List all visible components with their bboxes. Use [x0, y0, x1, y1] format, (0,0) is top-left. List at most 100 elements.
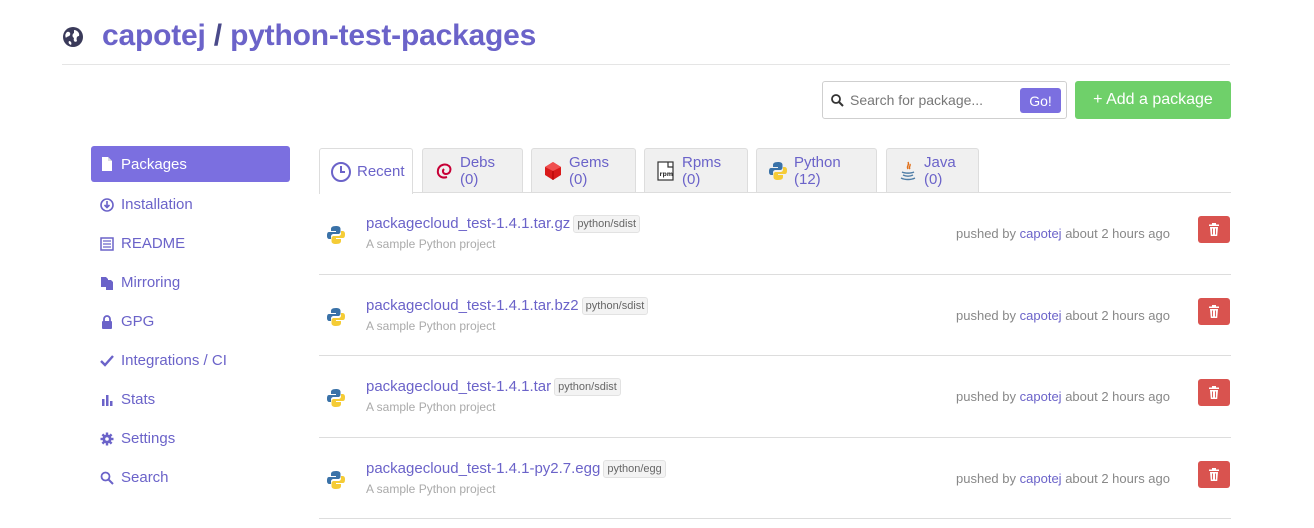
- sidebar-item-installation[interactable]: Installation: [91, 185, 290, 224]
- trash-icon: [1209, 223, 1219, 236]
- debian-icon: [433, 160, 455, 182]
- python-icon: [767, 160, 789, 182]
- trash-icon: [1209, 386, 1219, 399]
- sidebar-item-label: Installation: [121, 196, 193, 213]
- package-list: packagecloud_test-1.4.1.tar.gz python/sdi…: [319, 193, 1231, 519]
- table-row: packagecloud_test-1.4.1.tar.bz2 python/sd…: [319, 275, 1231, 356]
- gear-icon: [100, 432, 114, 446]
- tab-label: Java (0): [924, 153, 956, 188]
- sidebar: Packages Installation README Mirroring G…: [91, 146, 290, 497]
- globe-icon: [63, 27, 83, 47]
- trash-icon: [1209, 467, 1219, 481]
- file-icon: [100, 157, 114, 171]
- push-info: pushed by capotej about 2 hours ago: [956, 471, 1170, 486]
- user-link[interactable]: capotej: [1020, 389, 1062, 404]
- sidebar-item-label: Packages: [121, 155, 187, 173]
- package-name-link[interactable]: packagecloud_test-1.4.1-py2.7.egg: [366, 460, 600, 477]
- tab-label: Python (12): [794, 153, 841, 188]
- lock-icon: [100, 314, 114, 329]
- package-type-badge: python/sdist: [554, 378, 621, 396]
- owner-link[interactable]: capotej: [102, 19, 206, 52]
- package-name-link[interactable]: packagecloud_test-1.4.1.tar.bz2: [366, 297, 579, 314]
- sidebar-item-packages[interactable]: Packages: [91, 146, 290, 182]
- delete-button[interactable]: [1198, 379, 1230, 406]
- java-icon: [897, 160, 919, 182]
- svg-text:rpm: rpm: [660, 171, 674, 178]
- package-type-badge: python/sdist: [581, 296, 649, 315]
- sidebar-item-label: Search: [121, 469, 169, 486]
- push-time: about 2 hours ago: [1065, 226, 1170, 241]
- repo-header: capotej / python-test-packages: [62, 18, 1230, 65]
- copy-icon: [100, 276, 114, 290]
- sidebar-item-settings[interactable]: Settings: [91, 419, 290, 458]
- user-link[interactable]: capotej: [1020, 471, 1062, 486]
- python-icon: [327, 389, 345, 407]
- sidebar-item-label: Settings: [121, 430, 176, 447]
- sidebar-item-label: README: [121, 235, 186, 252]
- tab-debs[interactable]: Debs (0): [422, 148, 523, 192]
- package-description: A sample Python project: [366, 400, 496, 414]
- sidebar-item-mirroring[interactable]: Mirroring: [91, 263, 290, 302]
- package-name-link[interactable]: packagecloud_test-1.4.1.tar: [366, 378, 551, 395]
- bar-chart-icon: [100, 393, 114, 407]
- ruby-icon: [542, 160, 564, 182]
- sidebar-item-label: Mirroring: [121, 274, 181, 291]
- package-search: Go!: [822, 81, 1067, 119]
- download-icon: [100, 197, 114, 212]
- sidebar-item-search[interactable]: Search: [91, 458, 290, 497]
- pushed-by-text: pushed by: [956, 470, 1017, 486]
- user-link[interactable]: capotej: [1020, 226, 1062, 241]
- search-icon: [831, 93, 844, 107]
- table-row: packagecloud_test-1.4.1.tar.gz python/sdi…: [319, 193, 1231, 275]
- tab-label: Recent: [357, 163, 405, 180]
- tab-python[interactable]: Python (12): [756, 148, 877, 192]
- tab-java[interactable]: Java (0): [886, 148, 979, 192]
- python-icon: [327, 307, 345, 326]
- python-icon: [327, 226, 345, 244]
- tab-rpms[interactable]: rpm Rpms (0): [644, 148, 748, 192]
- package-description: A sample Python project: [366, 237, 496, 251]
- tab-recent[interactable]: Recent: [319, 148, 413, 194]
- sidebar-item-readme[interactable]: README: [91, 224, 290, 263]
- rpm-icon: rpm: [655, 160, 677, 182]
- delete-button[interactable]: [1198, 460, 1230, 488]
- table-row: packagecloud_test-1.4.1-py2.7.egg python/…: [319, 438, 1231, 519]
- page-title: capotej / python-test-packages: [102, 18, 536, 54]
- sidebar-item-label: GPG: [121, 313, 155, 330]
- tab-label: Gems (0): [569, 153, 610, 188]
- sidebar-item-label: Integrations / CI: [121, 352, 227, 369]
- sidebar-item-integrations[interactable]: Integrations / CI: [91, 341, 290, 380]
- push-time: about 2 hours ago: [1065, 307, 1170, 323]
- search-input[interactable]: [850, 92, 1020, 108]
- package-type-badge: python/egg: [603, 459, 666, 478]
- push-time: about 2 hours ago: [1065, 470, 1170, 486]
- checkmark-icon: [100, 354, 114, 368]
- user-link[interactable]: capotej: [1020, 308, 1062, 323]
- package-description: A sample Python project: [366, 481, 496, 496]
- tab-gems[interactable]: Gems (0): [531, 148, 636, 192]
- push-info: pushed by capotej about 2 hours ago: [956, 389, 1170, 404]
- trash-icon: [1209, 304, 1219, 318]
- search-icon: [100, 471, 114, 485]
- package-name-link[interactable]: packagecloud_test-1.4.1.tar.gz: [366, 215, 570, 232]
- delete-button[interactable]: [1198, 216, 1230, 243]
- tab-label: Rpms (0): [682, 153, 722, 188]
- sidebar-item-gpg[interactable]: GPG: [91, 302, 290, 341]
- add-package-button[interactable]: + Add a package: [1075, 81, 1231, 119]
- package-type-tabs: Recent Debs (0) Gems (0) rpm Rpms (0) Py…: [319, 148, 1231, 194]
- table-row: packagecloud_test-1.4.1.tar python/sdist …: [319, 356, 1231, 438]
- pushed-by-text: pushed by: [956, 307, 1017, 323]
- push-time: about 2 hours ago: [1065, 389, 1170, 404]
- pushed-by-text: pushed by: [956, 226, 1017, 241]
- repo-link[interactable]: python-test-packages: [230, 19, 536, 52]
- package-description: A sample Python project: [366, 318, 496, 333]
- python-icon: [327, 470, 345, 489]
- list-icon: [100, 236, 114, 251]
- sidebar-item-label: Stats: [121, 391, 156, 408]
- title-separator: /: [213, 19, 222, 52]
- go-button[interactable]: Go!: [1020, 88, 1061, 113]
- delete-button[interactable]: [1198, 297, 1230, 325]
- sidebar-item-stats[interactable]: Stats: [91, 380, 290, 419]
- package-type-badge: python/sdist: [573, 215, 641, 233]
- pushed-by-text: pushed by: [956, 389, 1017, 404]
